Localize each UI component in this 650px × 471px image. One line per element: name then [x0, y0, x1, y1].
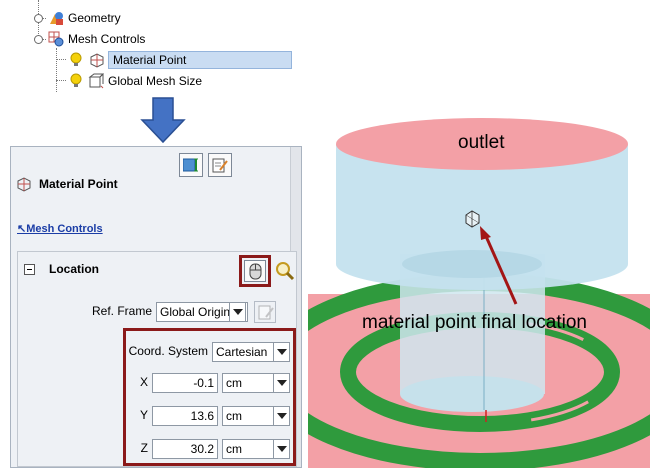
coord-system-label: Coord. System [128, 344, 208, 358]
location-section: Location Ref. Frame Global Origin Coord.… [17, 251, 297, 467]
section-header: Location [24, 262, 99, 276]
section-title: Location [49, 262, 99, 276]
tree-connector [56, 48, 57, 92]
geometry-icon [48, 10, 64, 26]
outlet-label: outlet [458, 132, 505, 153]
ref-frame-edit-button[interactable] [254, 301, 276, 323]
properties-panel: Material Point ↖Mesh Controls Location R… [10, 146, 302, 468]
z-unit-dropdown[interactable] [273, 439, 290, 459]
y-unit-dropdown[interactable] [273, 406, 290, 426]
edit-button[interactable] [208, 153, 232, 177]
tree-item-label: Material Point [108, 51, 292, 69]
down-arrow-icon [138, 96, 188, 146]
tree-connector [56, 59, 66, 60]
tree-item-global-mesh-size[interactable]: Global Mesh Size [68, 71, 202, 91]
material-point-icon [88, 52, 104, 68]
edit-icon [258, 304, 274, 323]
material-point-icon [15, 176, 33, 195]
mesh-controls-icon [48, 31, 64, 47]
coord-system-dropdown[interactable] [273, 342, 290, 362]
tree-connector [56, 80, 66, 81]
tree-item-label: Geometry [68, 11, 121, 25]
y-label: Y [139, 408, 148, 422]
collapse-icon[interactable] [24, 263, 35, 275]
x-unit-dropdown[interactable] [273, 373, 290, 393]
edit-icon [212, 157, 228, 176]
tree-item-material-point[interactable]: Material Point [68, 50, 292, 70]
panel-title: Material Point [39, 177, 118, 191]
tree-item-geometry[interactable]: Geometry [48, 8, 121, 28]
annotation-label: material point final location [362, 312, 587, 333]
global-mesh-size-icon [88, 73, 105, 89]
ref-frame-dropdown[interactable] [229, 302, 246, 322]
geometry-render [261, 118, 650, 471]
3d-viewport[interactable]: outlet material point final location [261, 104, 650, 471]
zoom-button[interactable] [275, 261, 295, 281]
lightbulb-icon[interactable] [68, 52, 84, 68]
z-label: Z [140, 441, 148, 455]
apply-button[interactable] [179, 153, 203, 177]
tree-item-label: Mesh Controls [68, 32, 146, 46]
x-input[interactable]: -0.1 [152, 373, 218, 393]
tree-item-mesh-controls[interactable]: Mesh Controls [48, 29, 145, 49]
magnifier-icon [275, 262, 295, 284]
x-label: X [139, 375, 148, 389]
y-input[interactable]: 13.6 [152, 406, 218, 426]
tree-item-label: Global Mesh Size [108, 74, 203, 88]
expand-handle-geometry[interactable] [34, 14, 43, 23]
mesh-controls-link[interactable]: ↖Mesh Controls [17, 222, 103, 235]
lightbulb-icon[interactable] [68, 73, 84, 89]
ref-frame-label: Ref. Frame [91, 304, 152, 318]
apply-icon [182, 158, 199, 175]
pick-button-highlight [239, 255, 271, 287]
z-input[interactable]: 30.2 [152, 439, 218, 459]
model-tree: Geometry Mesh Controls Material Point Gl… [30, 0, 295, 96]
expand-handle-mesh-controls[interactable] [34, 35, 43, 44]
